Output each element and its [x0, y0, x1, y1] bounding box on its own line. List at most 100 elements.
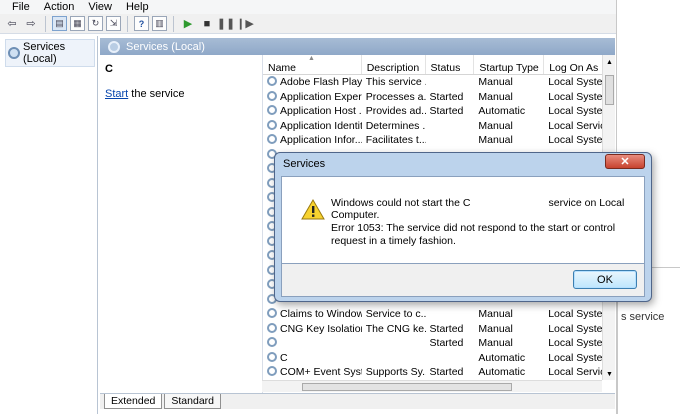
- table-cell: [263, 337, 362, 349]
- stop-icon[interactable]: ■: [199, 16, 215, 32]
- service-gear-icon: [267, 105, 277, 116]
- horizontal-scroll-thumb[interactable]: [302, 383, 512, 391]
- table-cell: CNG Key Isolation: [263, 322, 362, 335]
- ok-button[interactable]: OK: [573, 270, 637, 289]
- cell-text: Application Experi...: [280, 90, 362, 103]
- table-row[interactable]: Adobe Flash Playe...This service ... Manu…: [263, 75, 615, 90]
- table-cell: Manual: [474, 120, 544, 132]
- back-arrow-icon[interactable]: ⇦: [4, 16, 20, 32]
- table-cell: Manual: [474, 76, 544, 88]
- table-cell: Started: [426, 337, 475, 349]
- menu-bar: File Action View Help: [0, 0, 616, 14]
- cell-text: Started: [429, 366, 464, 379]
- table-row[interactable]: Application Identity Determines ... Manual…: [263, 119, 615, 134]
- table-cell: Provides ad...: [362, 105, 426, 117]
- forward-arrow-icon[interactable]: ⇨: [23, 16, 39, 32]
- toolbar-divider: [173, 15, 174, 32]
- cell-text: Automatic: [478, 366, 526, 379]
- cell-text: COM+ Event Syst...: [280, 366, 362, 379]
- cell-text: Started: [429, 337, 464, 350]
- service-detail-pane: C Start the service: [100, 55, 262, 393]
- cell-text: Started: [429, 90, 464, 103]
- table-cell: C: [263, 351, 362, 364]
- table-cell: Started: [426, 105, 475, 117]
- column-header-status[interactable]: Status: [426, 55, 475, 74]
- cell-text: Manual: [478, 90, 513, 103]
- refresh-icon[interactable]: ↻: [88, 16, 103, 31]
- table-row[interactable]: Started Manual Local Syste...: [263, 336, 615, 351]
- toolbar-divider: [127, 15, 128, 32]
- tab-standard[interactable]: Standard: [164, 394, 221, 409]
- column-header-startup-type[interactable]: Startup Type: [474, 55, 545, 74]
- vertical-scroll-thumb[interactable]: [605, 75, 614, 105]
- table-cell: Application Identity: [263, 119, 362, 132]
- cell-text: C: [280, 351, 288, 364]
- cell-text: Automatic: [478, 105, 526, 118]
- table-cell: Automatic: [474, 366, 544, 378]
- cell-text: Started: [429, 105, 464, 118]
- table-cell: Manual: [474, 308, 544, 320]
- menu-help[interactable]: Help: [126, 1, 149, 13]
- service-gear-icon: [267, 351, 277, 362]
- properties-icon[interactable]: ▦: [70, 16, 85, 31]
- service-gear-icon: [267, 337, 277, 348]
- sort-caret-icon: ▲: [308, 55, 315, 62]
- table-cell: This service ...: [362, 76, 426, 88]
- table-row[interactable]: Application Experi...Processes a...Start…: [263, 90, 615, 105]
- tab-extended[interactable]: Extended: [104, 394, 163, 409]
- table-row[interactable]: CNG Key IsolationThe CNG ke...Started Man…: [263, 322, 615, 337]
- table-cell: Claims to Window...: [263, 308, 362, 320]
- services-gear-icon: [8, 47, 20, 59]
- cell-text: Service to c...: [365, 308, 426, 321]
- cell-text: Manual: [478, 322, 513, 335]
- menu-action[interactable]: Action: [44, 1, 75, 13]
- dialog-body: Windows could not start the Cservice on …: [281, 176, 645, 264]
- menu-view[interactable]: View: [88, 1, 112, 13]
- table-row[interactable]: Application Host ... Provides ad... Starte…: [263, 104, 615, 119]
- table-row[interactable]: Claims to Window...Service to c... Manual…: [263, 307, 615, 322]
- start-service-link[interactable]: Start: [105, 88, 128, 100]
- scroll-down-icon[interactable]: ▼: [606, 371, 613, 378]
- cell-text: Application Identity: [280, 119, 362, 132]
- export-list-icon[interactable]: ⇲: [106, 16, 121, 31]
- services-error-dialog: Services ✕ Windows could not start the C…: [274, 152, 652, 302]
- cell-text: Claims to Window...: [280, 308, 362, 321]
- start-service-text: Start the service: [105, 88, 184, 100]
- table-cell: Manual: [474, 337, 544, 349]
- dialog-title: Services: [283, 158, 326, 170]
- panel-header: Services (Local): [100, 38, 615, 55]
- pause-icon[interactable]: ❚❚: [217, 16, 235, 32]
- table-cell: Determines ...: [362, 120, 426, 132]
- menu-file[interactable]: File: [12, 1, 30, 13]
- table-cell: Application Host ...: [263, 105, 362, 117]
- tree-item-services-local[interactable]: Services (Local): [5, 39, 95, 67]
- service-gear-icon: [267, 76, 277, 87]
- play-icon[interactable]: ▶: [180, 16, 196, 32]
- dialog-close-button[interactable]: ✕: [605, 154, 645, 169]
- table-cell: Manual: [474, 323, 544, 335]
- table-cell: Started: [426, 91, 475, 103]
- service-gear-icon: [267, 134, 277, 145]
- cell-text: Manual: [478, 119, 513, 132]
- table-cell: Supports Sy...: [362, 366, 426, 378]
- table-cell: Automatic: [474, 105, 544, 117]
- show-pane-icon[interactable]: ▥: [152, 16, 167, 31]
- restart-icon[interactable]: ❙▶: [236, 16, 254, 32]
- service-gear-icon: [267, 322, 277, 333]
- column-header-name[interactable]: Name ▲: [263, 55, 362, 74]
- column-header-description[interactable]: Description: [362, 55, 426, 74]
- table-row[interactable]: COM+ Event Syst...Supports Sy...Started A…: [263, 365, 615, 380]
- cell-text: Application Infor...: [280, 134, 362, 147]
- table-row[interactable]: Application Infor... Facilitates t... Manu…: [263, 133, 615, 148]
- table-cell: Started: [426, 366, 475, 378]
- scroll-up-icon[interactable]: ▲: [606, 59, 613, 66]
- help-icon[interactable]: ?: [134, 16, 149, 31]
- show-tree-icon[interactable]: ▤: [52, 16, 67, 31]
- start-service-rest: the service: [128, 88, 185, 100]
- table-row[interactable]: C Automatic Local Syste...: [263, 351, 615, 366]
- table-cell: COM+ Event Syst...: [263, 366, 362, 378]
- cell-text: The CNG ke...: [365, 322, 426, 335]
- table-cell: Adobe Flash Playe...: [263, 76, 362, 88]
- horizontal-scrollbar[interactable]: [262, 380, 602, 392]
- table-cell: Service to c...: [362, 308, 426, 320]
